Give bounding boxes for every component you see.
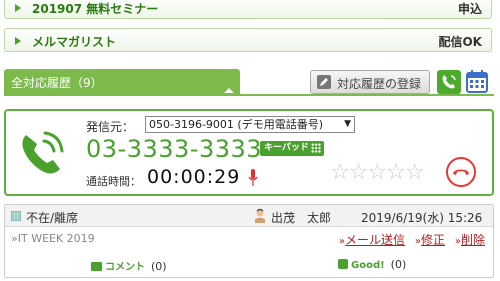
caller-id-label: 発信元： (86, 120, 135, 134)
tab-underline (4, 94, 494, 96)
good-button[interactable]: Good! (0) (338, 258, 406, 271)
caller-id-select[interactable]: 050-3196-9001 (デモ用電話番号) ▼ (145, 116, 355, 133)
history-entry: 不在/離席 出茂 太郎 2019/6/19(水) 15:26 »IT WEEK … (4, 204, 494, 278)
good-count: (0) (390, 258, 407, 271)
call-time-value: 00:00:29 (147, 166, 241, 188)
status-color-icon (11, 211, 21, 221)
dropdown-arrow-icon: ▼ (344, 119, 351, 129)
history-entry-header: 不在/離席 出茂 太郎 2019/6/19(水) 15:26 (5, 205, 493, 227)
status-text: 不在/離席 (26, 211, 79, 225)
comment-label: コメント (105, 262, 145, 273)
edit-icon (317, 75, 331, 89)
thumbs-up-icon (338, 259, 348, 269)
hangup-button[interactable] (446, 157, 476, 187)
event-label: IT WEEK 2019 (17, 232, 95, 245)
phone-button[interactable] (437, 70, 461, 94)
keypad-label: キーパッド (264, 143, 309, 153)
register-history-button[interactable]: 対応履歴の登録 (310, 70, 430, 94)
keypad-icon (311, 143, 321, 153)
edit-link[interactable]: 修正 (421, 233, 445, 247)
phone-call-icon (22, 131, 64, 174)
accordion-label: メルマガリスト (32, 35, 117, 49)
phone-icon (442, 75, 456, 89)
accordion-seminar[interactable]: 201907 無料セミナー 申込 (4, 0, 492, 19)
accordion-label: 201907 無料セミナー (32, 2, 159, 16)
calendar-icon[interactable] (466, 70, 488, 94)
user-name: 出茂 太郎 (271, 211, 332, 225)
accordion-status: 申込 (457, 2, 482, 16)
caret-up-icon (224, 88, 234, 93)
caller-id-value: 050-3196-9001 (デモ用電話番号) (149, 118, 324, 131)
keypad-button[interactable]: キーパッド (260, 141, 324, 156)
comment-icon (91, 262, 102, 271)
register-label: 対応履歴の登録 (337, 77, 422, 91)
comment-button[interactable]: コメント (0) (91, 258, 167, 273)
history-actions: »メール送信 »修正 »削除 (333, 231, 485, 248)
good-label: Good! (351, 260, 385, 271)
accordion-mailmag[interactable]: メルマガリスト 配信OK (4, 28, 492, 52)
expand-arrow-icon (15, 37, 21, 45)
event-prefix-icon: » (11, 232, 18, 245)
history-datetime: 2019/6/19(水) 15:26 (361, 211, 483, 225)
hangup-icon (453, 169, 469, 175)
rating-stars[interactable]: ☆☆☆☆☆ (330, 160, 425, 185)
microphone-icon[interactable] (248, 169, 258, 187)
accordion-status: 配信OK (438, 35, 482, 49)
expand-arrow-icon (15, 4, 21, 12)
dialed-number: 03-3333-3333 (86, 135, 263, 163)
user-icon (255, 208, 265, 223)
comment-count: (0) (151, 260, 167, 273)
send-mail-link[interactable]: メール送信 (345, 233, 405, 247)
delete-link[interactable]: 削除 (461, 233, 485, 247)
active-call-panel: 発信元： 050-3196-9001 (デモ用電話番号) ▼ 03-3333-3… (4, 109, 494, 196)
event-name[interactable]: »IT WEEK 2019 (11, 232, 95, 245)
tab-label: 全対応履歴（9） (11, 76, 103, 90)
call-time-label: 通話時間： (86, 175, 141, 188)
tab-all-history[interactable]: 全対応履歴（9） (4, 69, 240, 94)
